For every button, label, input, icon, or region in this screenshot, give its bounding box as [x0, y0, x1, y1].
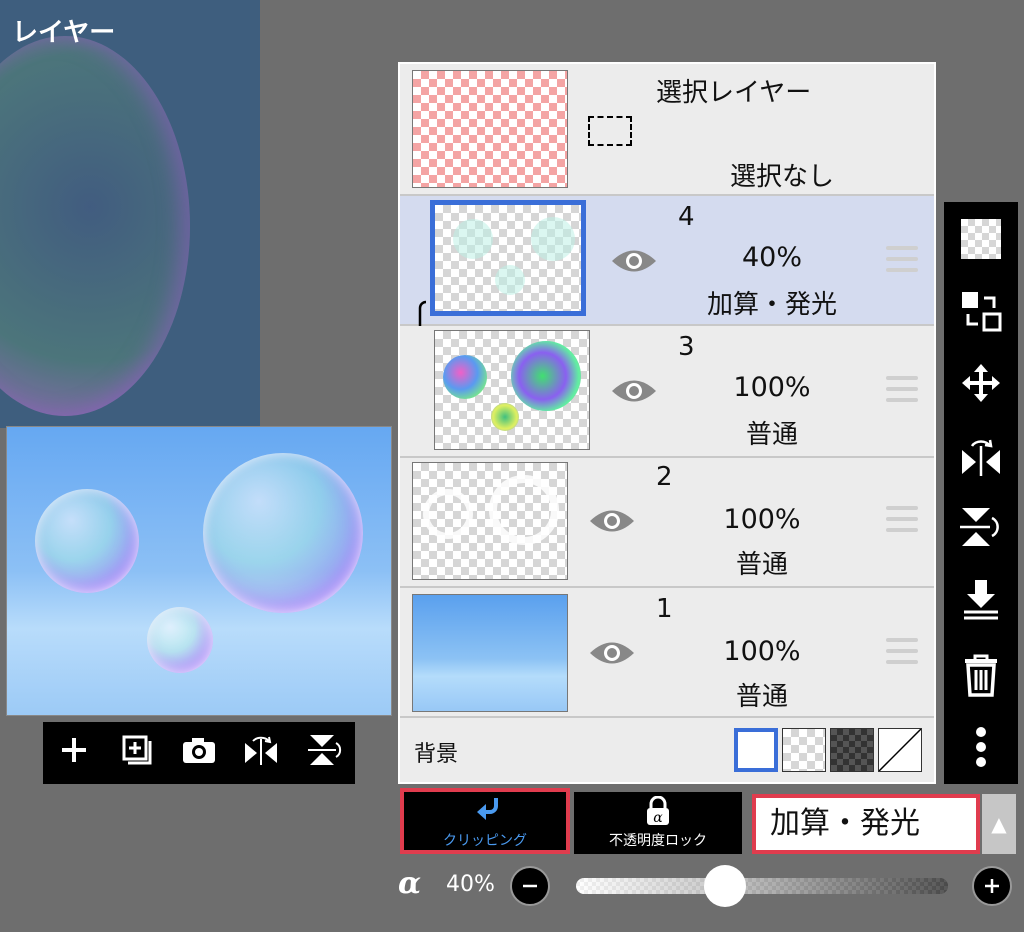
layer-blend-mode: 加算・発光 — [706, 290, 837, 320]
layer-thumbnail — [412, 594, 568, 712]
opacity-slider-track[interactable] — [576, 878, 948, 894]
layer-number: 2 — [656, 462, 673, 492]
flip-horizontal-icon[interactable] — [239, 733, 283, 774]
drag-handle-icon[interactable] — [886, 246, 918, 272]
selection-layer-title: 選択レイヤー — [656, 78, 812, 108]
layer-thumbnail — [430, 200, 586, 316]
opacity-increase-button[interactable] — [972, 866, 1012, 906]
visibility-eye-icon[interactable] — [588, 638, 636, 668]
clipping-button[interactable]: クリッピング — [400, 788, 570, 854]
selection-marquee-icon — [588, 116, 632, 146]
camera-icon[interactable] — [177, 735, 221, 772]
panel-title: レイヤー — [12, 18, 116, 48]
trash-icon[interactable] — [954, 648, 1008, 702]
clipping-label: クリッピング — [443, 833, 527, 849]
opacity-decrease-button[interactable] — [510, 866, 550, 906]
selection-layer-row[interactable]: 選択レイヤー 選択なし — [400, 64, 934, 196]
layer-row[interactable]: 4 40% 加算・発光 — [400, 196, 934, 326]
layer-opacity: 100% — [723, 636, 801, 667]
flip-vertical-icon[interactable] — [954, 500, 1008, 554]
preview-bubble — [203, 453, 363, 613]
background-row: 背景 — [400, 718, 934, 782]
alpha-value: 40% — [446, 872, 495, 897]
clipping-icon — [474, 796, 500, 828]
add-layer-icon[interactable] — [115, 733, 159, 774]
selection-status: 選択なし — [730, 162, 835, 192]
alpha-symbol: α — [398, 866, 422, 901]
visibility-eye-icon[interactable] — [610, 376, 658, 406]
drag-handle-icon[interactable] — [886, 506, 918, 532]
canvas-bubble — [0, 36, 190, 416]
layer-row[interactable]: 1 100% 普通 — [400, 588, 934, 718]
bg-dark-checker-option[interactable] — [830, 728, 874, 772]
blend-mode-arrow-icon[interactable]: ▲ — [982, 794, 1016, 854]
layer-row[interactable]: 3 100% 普通 — [400, 326, 934, 458]
drag-handle-icon[interactable] — [886, 638, 918, 664]
opacity-lock-label: 不透明度ロック — [609, 833, 707, 849]
layer-number: 1 — [656, 594, 673, 624]
background-label: 背景 — [414, 742, 459, 767]
layer-opacity: 40% — [741, 242, 802, 273]
preview-toolbar — [43, 722, 355, 784]
layer-blend-mode: 普通 — [735, 550, 788, 580]
canvas-preview — [6, 426, 392, 716]
preview-bubble — [147, 607, 213, 673]
layer-blend-mode: 普通 — [735, 682, 788, 712]
svg-text:α: α — [653, 810, 663, 826]
bg-none-option[interactable] — [878, 728, 922, 772]
checkerboard-icon[interactable] — [954, 212, 1008, 266]
preview-bubble — [35, 489, 139, 593]
flip-horizontal-icon[interactable] — [954, 428, 1008, 482]
opacity-lock-button[interactable]: α 不透明度ロック — [574, 792, 742, 854]
selection-thumbnail — [412, 70, 568, 188]
canvas-area[interactable] — [0, 0, 260, 428]
lock-icon: α — [644, 795, 672, 830]
layer-panel: 選択レイヤー 選択なし 4 40% 加算・発光 3 100% 普通 2 100%… — [398, 62, 936, 784]
bg-transparent-option[interactable] — [782, 728, 826, 772]
layer-number: 3 — [678, 332, 695, 362]
blend-mode-select[interactable]: 加算・発光 — [752, 794, 980, 854]
swap-layer-icon[interactable] — [954, 284, 1008, 338]
merge-down-icon[interactable] — [954, 572, 1008, 626]
layer-blend-mode: 普通 — [745, 420, 798, 450]
layer-thumbnail — [434, 330, 590, 450]
visibility-eye-icon[interactable] — [610, 246, 658, 276]
flip-vertical-icon[interactable] — [302, 733, 346, 774]
drag-handle-icon[interactable] — [886, 376, 918, 402]
more-vertical-icon[interactable] — [954, 720, 1008, 774]
layer-thumbnail — [412, 462, 568, 580]
layer-number: 4 — [678, 202, 695, 232]
opacity-slider-handle[interactable] — [703, 865, 746, 907]
visibility-eye-icon[interactable] — [588, 506, 636, 536]
layer-toolbar — [944, 202, 1018, 784]
layer-opacity: 100% — [723, 504, 801, 535]
plus-icon[interactable] — [52, 735, 96, 772]
bg-white-option[interactable] — [734, 728, 778, 772]
layer-opacity: 100% — [733, 372, 811, 403]
move-icon[interactable] — [954, 356, 1008, 410]
layer-row[interactable]: 2 100% 普通 — [400, 458, 934, 588]
